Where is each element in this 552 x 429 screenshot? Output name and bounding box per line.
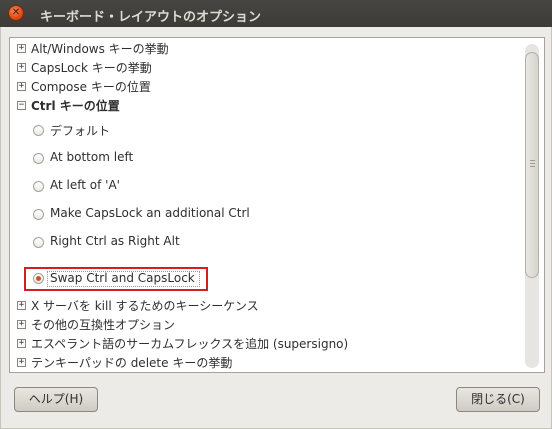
tree-group-label: エスペラント語のサーカムフレックスを追加 (supersigno) [31, 337, 349, 351]
option-label: At left of 'A' [50, 178, 120, 192]
title-bar: ✕ キーボード・レイアウトのオプション [0, 0, 552, 27]
option-label: Swap Ctrl and CapsLock [50, 271, 195, 285]
tree-group-label: CapsLock キーの挙動 [31, 61, 152, 75]
tree-group-label: Alt/Windows キーの挙動 [31, 42, 169, 56]
dialog-content: + Alt/Windows キーの挙動 + CapsLock キーの挙動 + C… [0, 27, 552, 429]
radio-button-checked[interactable] [33, 273, 44, 284]
expand-icon[interactable]: + [17, 63, 26, 72]
collapse-icon[interactable]: − [17, 101, 26, 110]
close-window-icon[interactable]: ✕ [8, 5, 24, 21]
option-label: Right Ctrl as Right Alt [50, 234, 180, 248]
option-label: At bottom left [50, 150, 134, 164]
help-button[interactable]: ヘルプ(H) [14, 387, 98, 412]
radio-button[interactable] [33, 237, 44, 248]
option-label: Make CapsLock an additional Ctrl [50, 206, 250, 220]
options-tree: + Alt/Windows キーの挙動 + CapsLock キーの挙動 + C… [9, 37, 545, 373]
expand-icon[interactable]: + [17, 44, 26, 53]
expand-icon[interactable]: + [17, 82, 26, 91]
radio-button[interactable] [33, 125, 44, 136]
dialog-window: ✕ キーボード・レイアウトのオプション + Alt/Windows キーの挙動 … [0, 0, 552, 429]
grip-line [530, 163, 535, 164]
tree-group-label: Ctrl キーの位置 [31, 99, 120, 113]
scrollbar-thumb[interactable] [525, 52, 539, 278]
close-button[interactable]: 閉じる(C) [456, 387, 540, 412]
radio-button[interactable] [33, 209, 44, 220]
expand-icon[interactable]: + [17, 301, 26, 310]
grip-line [530, 160, 535, 161]
grip-line [530, 166, 535, 167]
radio-button[interactable] [33, 181, 44, 192]
tree-group-label: X サーバを kill するためのキーシーケンス [31, 299, 259, 313]
tree-group-label: その他の互換性オプション [31, 318, 176, 332]
expand-icon[interactable]: + [17, 358, 26, 367]
tree-group-label: Compose キーの位置 [31, 80, 151, 94]
window-title: キーボード・レイアウトのオプション [40, 10, 262, 25]
option-label: デフォルト [50, 124, 111, 138]
expand-icon[interactable]: + [17, 320, 26, 329]
tree-group-label: テンキーパッドの delete キーの挙動 [31, 356, 233, 370]
vertical-scrollbar[interactable] [525, 44, 539, 368]
expand-icon[interactable]: + [17, 339, 26, 348]
radio-button[interactable] [33, 153, 44, 164]
